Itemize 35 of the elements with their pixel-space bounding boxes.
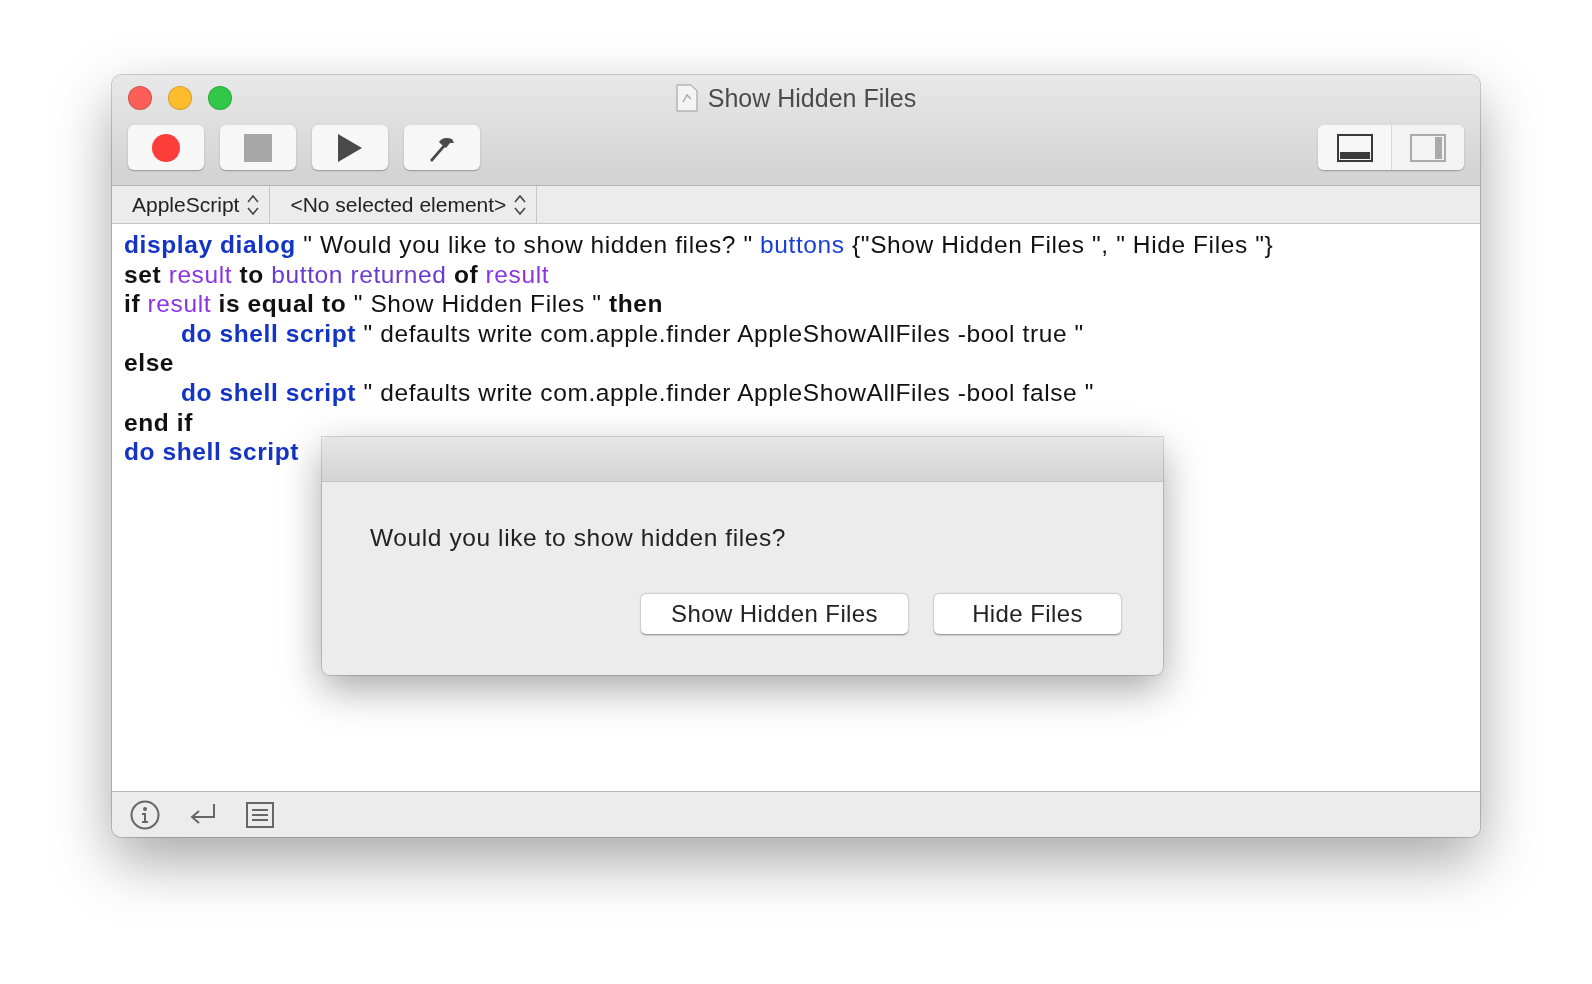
list-button[interactable] [246,801,274,828]
bottom-pane-icon [1336,133,1373,162]
code-line: do shell script " defaults write com.apple.finder AppleShowAllFiles -bool false " [180,377,1094,408]
dialog-message: Would you like to show hidden files? [369,523,788,552]
code-line: display dialog " Would you like to show hidden files? " buttons {"Show Hidden Files ", " Hide Files "} [124,230,1274,260]
info-icon [130,799,160,830]
language-popup[interactable]: AppleScript [112,186,271,223]
code-line: else [124,348,175,378]
up-down-chevron-icon [514,193,527,216]
code-line: do shell script " defaults write com.apple.finder AppleShowAllFiles -bool true " [180,318,1084,349]
script-document-icon [675,84,698,112]
return-arrow-icon [190,802,216,827]
play-icon [338,133,362,162]
side-pane-icon [1410,133,1446,162]
close-window-button[interactable] [128,86,152,110]
info-button[interactable] [130,799,160,830]
bottom-pane-toggle[interactable] [1318,125,1391,170]
run-button[interactable] [312,125,388,170]
record-button[interactable] [128,125,204,170]
code-line: if result is equal to " Show Hidden Files " then [124,289,664,319]
return-button[interactable] [190,802,216,827]
list-icon [246,801,274,828]
record-icon [151,132,181,163]
up-down-chevron-icon [247,193,260,216]
side-pane-toggle[interactable] [1391,125,1464,170]
script-editor[interactable] [112,224,1480,791]
element-popup[interactable]: <No selected element> [270,186,538,223]
compile-button[interactable] [404,125,480,170]
window-title: Show Hidden Files [707,83,917,113]
dialog-button[interactable]: Show Hidden Files [641,594,908,634]
stop-icon [244,133,272,162]
code-line: set result to button returned of result [124,259,550,290]
code-line: end if [124,407,193,438]
dialog-button[interactable]: Hide Files [934,594,1121,634]
code-line: do shell script [124,437,300,467]
